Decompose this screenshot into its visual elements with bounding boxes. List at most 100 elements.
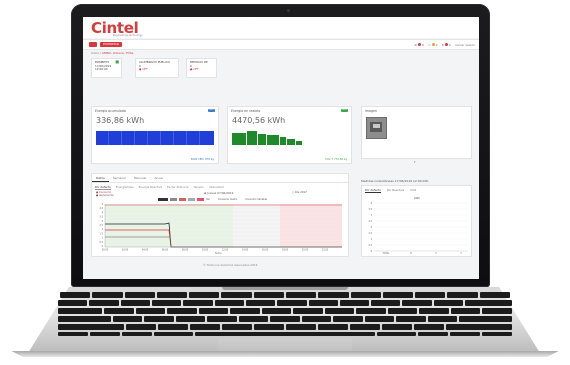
instant-x-tick-label: R xyxy=(410,252,412,255)
swatch-rust[interactable] xyxy=(179,198,186,201)
x-tick-label: 16:00 xyxy=(262,249,269,252)
brand-tagline: Engineering technology xyxy=(113,34,143,37)
site-time: 12:00:00 xyxy=(95,67,108,72)
instant-tab-default[interactable]: Por defecto xyxy=(365,188,381,193)
date-picker[interactable]: ⊞ Jueves 07/06/2019 xyxy=(204,191,233,195)
subtab-current[interactable]: Intensidad xyxy=(209,185,224,190)
subtab-reactive[interactable]: Energía Reactiva xyxy=(139,185,163,190)
tab-anual[interactable]: Anual xyxy=(150,174,167,182)
chart-panel: Datos Semanal Mensual Anual Por defecto … xyxy=(91,173,349,257)
alarm-dot xyxy=(418,43,421,46)
instant-panel: Por defecto Por Reactiva CO2 kWh 4 3.5 3 2.… xyxy=(361,185,472,257)
energy-value: 4470,56 kWh xyxy=(232,116,286,125)
laptop-front-edge xyxy=(11,351,559,357)
energy-sub: 3020 VED, 076 kg xyxy=(190,158,214,161)
y-tick-label: 2.5 xyxy=(100,224,104,227)
swatch-pink[interactable] xyxy=(197,198,204,201)
y-tick-label: 0.5 xyxy=(100,241,104,244)
panel-title: Energía en realoto xyxy=(231,109,261,113)
tab-mensual[interactable]: Mensual xyxy=(130,174,150,182)
generation-bars xyxy=(232,131,302,145)
site-name: ALUMBRADO PÚBLICO xyxy=(139,60,170,64)
instant-y-tick-label: 1.5 xyxy=(369,232,373,235)
x-tick-label: 04:00 xyxy=(142,249,149,252)
panel-badge[interactable]: MES xyxy=(341,109,348,112)
instant-x-tick-label: S xyxy=(435,252,437,255)
y-tick-label: 4.5 xyxy=(100,207,104,210)
app-header: Cintel Engineering technology xyxy=(83,17,479,38)
legend-generation-label: Generación xyxy=(99,194,114,197)
instant-title: Medidas instantáneas 17/06/2019 12:00:00… xyxy=(361,179,429,183)
menu-button[interactable] xyxy=(89,42,97,47)
breadcrumb-home[interactable]: Inicio xyxy=(91,51,99,55)
swatch-light[interactable] xyxy=(188,198,195,201)
instant-tab-co2[interactable]: CO2 xyxy=(410,188,416,193)
site-photo[interactable] xyxy=(366,117,387,139)
tab-semanal[interactable]: Semanal xyxy=(109,174,130,182)
consumption-chart: 54.543.532.521.510.50 00:00 02:00 04:00 06:… xyxy=(100,203,342,255)
page-footer: © Todos los derechos reservados 2019 xyxy=(203,263,258,267)
subtab-power-factor[interactable]: Factor Potencia xyxy=(167,185,188,190)
export-button[interactable]: EXPORTAR xyxy=(100,42,122,47)
y-tick-label: 3.5 xyxy=(100,216,104,219)
instant-x-ticks: TOTAL R S T xyxy=(383,252,463,255)
instant-y-tick-label: 2.5 xyxy=(369,220,373,223)
notification-indicator[interactable]: ♦ 0 xyxy=(441,43,451,47)
energy-accumulated-panel: Energía acumulada MES 336,86 kWh 3020 VE… xyxy=(91,106,219,164)
notification-count: 0 xyxy=(449,42,452,47)
year-option[interactable]: ○ Día 2017 xyxy=(292,191,307,194)
chevron-down-icon[interactable]: ▾ xyxy=(414,160,416,164)
variable-button[interactable]: Consumo Variable xyxy=(245,198,267,201)
site-card-2[interactable]: ALUMBRADO PÚBLICO 0 ● OFF xyxy=(135,58,179,78)
instant-y-tick-label: 0 xyxy=(371,250,373,253)
swatch-gray[interactable] xyxy=(170,198,177,201)
breadcrumb-current: AMBO, Urbana, TDSe xyxy=(101,51,134,55)
x-tick-label: 00:00 xyxy=(102,249,109,252)
energy-value: 336,86 kWh xyxy=(96,116,145,125)
logout-link[interactable]: Cerrar sesión xyxy=(455,43,475,47)
panel-title: Imagen xyxy=(365,109,378,113)
date-label: Jueves 07/06/2019 xyxy=(207,191,234,195)
subtab-energy-days[interactable]: Energía/Días xyxy=(116,185,134,190)
site-card-1[interactable]: BOMBEO5 17/06/2019 12:00:00 ■ xyxy=(91,58,122,78)
avg-button[interactable]: Consumo medio xyxy=(218,198,237,201)
view-button[interactable]: Ver xyxy=(206,198,210,201)
warning-dot xyxy=(431,43,435,46)
energy-sub: CO2 7 770,56 kg xyxy=(325,158,347,161)
energy-generated-panel: Energía en realoto MES 4470,56 kWh CO2 7… xyxy=(227,106,352,164)
toolbar: EXPORTAR ⚙ 8 ⚠ 0 ♦ 0 Cerrar sesión xyxy=(83,39,479,50)
panel-badge[interactable]: MES xyxy=(208,109,215,112)
y-tick-label: 3 xyxy=(102,220,104,223)
tab-datos[interactable]: Datos xyxy=(92,174,109,182)
instant-y-tick-label: 4 xyxy=(371,202,373,205)
series-controls: Ver Consumo medio Consumo Variable xyxy=(158,198,267,201)
x-tick-label: 12:00 xyxy=(222,249,229,252)
energy-bars xyxy=(96,131,214,145)
alarm-indicator[interactable]: ⚙ 8 xyxy=(414,43,424,47)
swatch-black[interactable] xyxy=(158,198,168,201)
instant-y-tick-label: 3.5 xyxy=(369,208,373,211)
site-status: ● OFF xyxy=(190,67,199,72)
site-status: ● OFF xyxy=(139,67,148,72)
instant-tab-reactive[interactable]: Por Reactiva xyxy=(387,188,404,193)
subtab-voltage[interactable]: Tensión xyxy=(194,185,204,190)
warning-indicator[interactable]: ⚠ 0 xyxy=(428,43,438,47)
x-tick-label: 14:00 xyxy=(242,249,249,252)
trackpad xyxy=(218,338,352,351)
x-tick-label: 02:00 xyxy=(122,249,129,252)
toolbar-right: ⚙ 8 ⚠ 0 ♦ 0 Cerrar sesión xyxy=(414,41,475,48)
keyboard xyxy=(58,292,513,336)
x-tick-label: 06:00 xyxy=(162,249,169,252)
x-tick-label: 08:00 xyxy=(182,249,189,252)
y-tick-label: 5 xyxy=(102,203,104,206)
instant-chart-title: kWh xyxy=(414,196,420,200)
site-status-label: OFF xyxy=(142,67,148,72)
subtab-default[interactable]: Por defecto xyxy=(95,185,111,190)
sub-tabs: Por defecto Energía/Días Energía Reactiv… xyxy=(95,185,224,190)
site-card-3[interactable]: MEDIDAS DE 0 ● OFF xyxy=(186,58,217,78)
warning-count: 0 xyxy=(435,42,438,47)
instant-y-tick-label: 0.5 xyxy=(369,244,373,247)
legend-generation: ● Generación xyxy=(96,194,114,197)
y-tick-label: 1.5 xyxy=(100,232,104,235)
x-axis-label: Fecha xyxy=(215,252,222,255)
